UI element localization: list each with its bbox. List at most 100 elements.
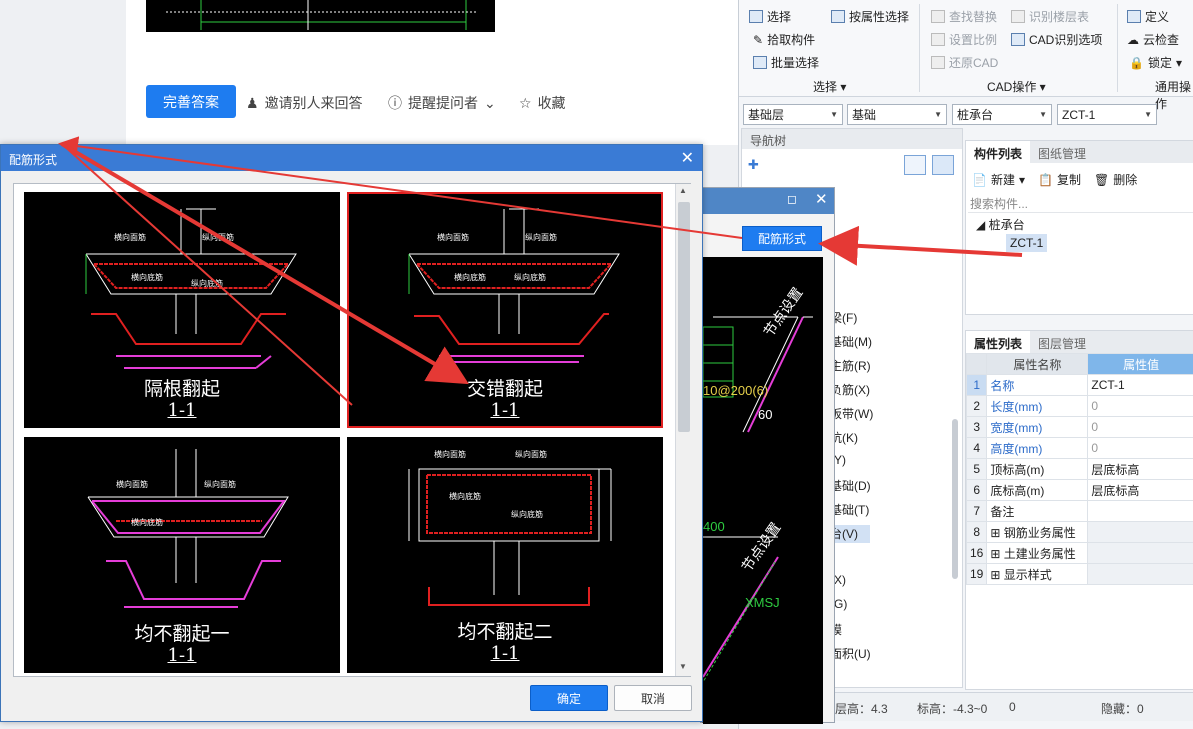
property-value[interactable] (1087, 563, 1193, 585)
close-icon[interactable]: ✕ (681, 148, 694, 168)
pile-cap-dialog-titlebar: ◻ ✕ (701, 188, 834, 214)
property-row[interactable]: 1 名称 ZCT-1 (965, 374, 1193, 396)
property-row[interactable]: 8 ⊞ 钢筋业务属性 (965, 521, 1193, 543)
property-row[interactable]: 2 长度(mm) 0 (965, 395, 1193, 417)
maximize-icon[interactable]: ◻ (787, 192, 797, 206)
category-combo-value: 基础 (852, 108, 877, 122)
property-value[interactable]: 0 (1087, 395, 1193, 417)
batch-select-tool[interactable]: 批量选择 (753, 54, 819, 71)
property-row[interactable]: 7 备注 (965, 500, 1193, 522)
property-value[interactable] (1087, 500, 1193, 522)
group-select: 选择 ▾ (813, 80, 847, 94)
property-row[interactable]: 5 顶标高(m) 层底标高 (965, 458, 1193, 480)
property-value[interactable]: ZCT-1 (1087, 374, 1193, 396)
info-icon: ⓘ (388, 95, 402, 111)
property-value[interactable]: 层底标高 (1087, 479, 1193, 501)
floor-combo-value: 基础层 (748, 108, 785, 122)
scroll-thumb[interactable] (678, 202, 690, 432)
cad-identify-option-tool[interactable]: CAD识别选项 (1011, 31, 1102, 48)
nav-item[interactable]: 主筋(R) (830, 357, 871, 374)
cloud-check-tool[interactable]: ☁ 云检查 (1127, 31, 1179, 48)
list-view-icon[interactable] (904, 155, 926, 175)
type-combo[interactable]: 桩承台 ▼ (952, 104, 1052, 125)
delete-button[interactable]: 🗑 删除 (1094, 171, 1137, 188)
close-icon[interactable]: ✕ (815, 190, 828, 208)
component-search-input[interactable]: 搜索构件... (968, 193, 1193, 213)
option-no-bend-two[interactable]: 横向面筋 纵向面筋 横向底筋 纵向底筋 均不翻起二 1-1 (347, 437, 663, 673)
mid-bottom-text: 式配筋承 (701, 701, 790, 726)
expand-icon[interactable]: ⊞ (990, 526, 1003, 540)
nav-item[interactable]: 基础(T) (830, 501, 869, 518)
nav-item[interactable]: 负筋(X) (830, 381, 870, 398)
property-name: 备注 (986, 500, 1089, 522)
cad-text-xmsj: XMSJ (745, 595, 780, 610)
pen-icon: ✎ (753, 32, 764, 47)
define-tool[interactable]: 定义 (1127, 8, 1169, 25)
nav-scrollbar[interactable] (952, 419, 958, 579)
hidden-count: 隐藏：0 (1101, 702, 1144, 716)
ok-button[interactable]: 确定 (530, 685, 608, 711)
nav-item[interactable]: 基础(M) (830, 333, 872, 350)
define-icon (1127, 10, 1141, 23)
expand-icon[interactable]: ⊞ (990, 547, 1003, 561)
floor-height: 层高：4.3 (835, 702, 888, 716)
option-staggered-bend[interactable]: 横向面筋 纵向面筋 横向底筋 纵向底筋 交错翻起 1-1 (347, 192, 663, 428)
select-by-attr-tool[interactable]: 按属性选择 (831, 8, 909, 25)
remind-button[interactable]: ⓘ 提醒提问者 ⌄ (388, 93, 496, 113)
floor-combo[interactable]: 基础层 ▼ (743, 104, 843, 125)
reinforcement-form-button[interactable]: 配筋形式 (742, 226, 822, 251)
scroll-up-icon[interactable]: ▲ (679, 186, 687, 195)
identify-floor-tool[interactable]: 识别楼层表 (1011, 8, 1089, 25)
option-alternate-bend[interactable]: 横向面筋 纵向面筋 横向底筋 纵向底筋 隔根翻起 1-1 (24, 192, 340, 428)
tree-root[interactable]: ◢ 桩承台 (976, 216, 1025, 233)
tab-component-list[interactable]: 构件列表 (966, 141, 1031, 163)
cad-label-bottom-bar-y: 纵向底筋 (511, 510, 543, 519)
invite-button[interactable]: ♟ 邀请别人来回答 (246, 93, 363, 113)
find-replace-tool[interactable]: 查找替换 (931, 8, 997, 25)
qa-question-image[interactable] (146, 0, 495, 32)
lock-icon: 🔒 (1129, 55, 1144, 70)
property-value[interactable]: 0 (1087, 437, 1193, 459)
lock-tool[interactable]: 🔒 锁定 ▾ (1129, 54, 1182, 71)
property-row[interactable]: 3 宽度(mm) 0 (965, 416, 1193, 438)
invite-label: 邀请别人来回答 (264, 95, 363, 111)
tab-layer-management[interactable]: 图层管理 (1030, 331, 1094, 353)
restore-cad-tool[interactable]: 还原CAD (931, 54, 998, 71)
restore-icon (931, 56, 945, 69)
expand-icon[interactable]: ⊞ (990, 568, 1003, 582)
property-value[interactable] (1087, 542, 1193, 564)
nav-item[interactable]: 板带(W) (830, 405, 873, 422)
delete-label: 删除 (1113, 173, 1138, 187)
copy-button[interactable]: 📋 复制 (1038, 171, 1081, 188)
property-value[interactable] (1087, 521, 1193, 543)
ribbon-separator (919, 4, 920, 92)
property-value[interactable]: 层底标高 (1087, 458, 1193, 480)
dialog-scrollbar[interactable]: ▲ ▼ (675, 184, 691, 676)
property-row[interactable]: 16 ⊞ 土建业务属性 (965, 542, 1193, 564)
property-row[interactable]: 4 高度(mm) 0 (965, 437, 1193, 459)
property-value[interactable]: 0 (1087, 416, 1193, 438)
scroll-down-icon[interactable]: ▼ (679, 662, 687, 671)
property-row[interactable]: 19 ⊞ 显示样式 (965, 563, 1193, 585)
property-row[interactable]: 6 底标高(m) 层底标高 (965, 479, 1193, 501)
property-index: 4 (965, 437, 988, 459)
tab-property-list[interactable]: 属性列表 (966, 331, 1031, 353)
pick-component-tool[interactable]: ✎ 拾取构件 (753, 31, 815, 48)
complete-answer-button[interactable]: 完善答案 (146, 85, 236, 118)
grid-view-icon[interactable] (932, 155, 954, 175)
add-icon[interactable]: ✚ (748, 157, 759, 173)
define-label: 定义 (1145, 10, 1170, 24)
option-no-bend-one[interactable]: 横向面筋 纵向面筋 横向底筋 均不翻起一 1-1 (24, 437, 340, 673)
nav-item[interactable]: 基础(D) (830, 477, 871, 494)
tree-item-zct1[interactable]: ZCT-1 (1006, 234, 1048, 252)
cancel-button[interactable]: 取消 (614, 685, 692, 711)
favorite-button[interactable]: ☆ 收藏 (519, 93, 566, 113)
item-combo[interactable]: ZCT-1 ▼ (1057, 104, 1157, 125)
set-scale-tool[interactable]: 设置比例 (931, 31, 997, 48)
category-combo[interactable]: 基础 ▼ (847, 104, 947, 125)
cad-label-bottom-bar-y: 纵向底筋 (191, 279, 223, 288)
select-tool[interactable]: 选择 (749, 8, 791, 25)
tab-drawing-management[interactable]: 图纸管理 (1030, 141, 1094, 163)
new-button[interactable]: 📄 新建 ▾ (972, 171, 1025, 188)
nav-item[interactable]: 面积(U) (830, 645, 871, 662)
